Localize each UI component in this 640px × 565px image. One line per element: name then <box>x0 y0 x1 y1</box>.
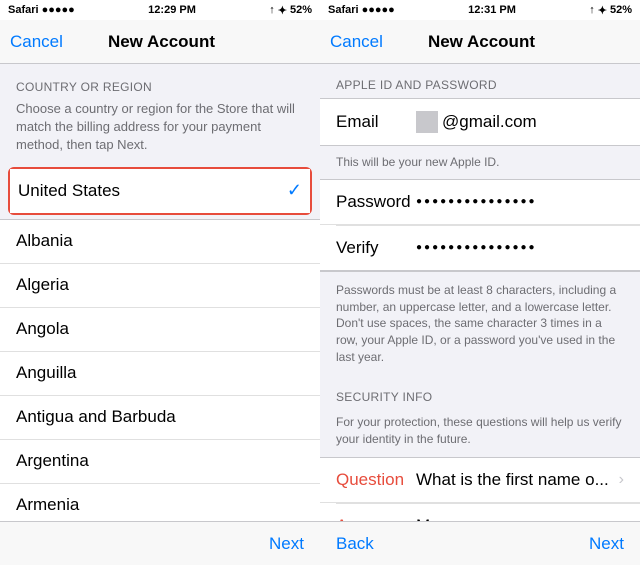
carrier-left: Safari <box>8 4 39 16</box>
next-button-left[interactable]: Next <box>269 534 304 554</box>
country-us-label: United States <box>18 181 120 201</box>
next-button-right[interactable]: Next <box>589 534 624 554</box>
security-desc: For your protection, these questions wil… <box>320 410 640 458</box>
location-icon-right: ↑ <box>589 4 595 16</box>
status-bar-left: Safari ●●●●● 12:29 PM ↑ ✦ 52% <box>0 0 320 20</box>
status-right-left: ↑ ✦ 52% <box>269 4 312 17</box>
email-row[interactable]: Email @gmail.com <box>320 99 640 145</box>
right-content: APPLE ID AND PASSWORD Email @gmail.com T… <box>320 64 640 521</box>
verify-label: Verify <box>336 238 416 258</box>
email-label: Email <box>336 112 416 132</box>
list-item[interactable]: Angola <box>0 308 320 352</box>
status-left-right: Safari ●●●●● <box>328 4 395 16</box>
country-name: Albania <box>16 231 73 251</box>
right-screen: Safari ●●●●● 12:31 PM ↑ ✦ 52% Cancel New… <box>320 0 640 565</box>
list-item[interactable]: Algeria <box>0 264 320 308</box>
question1-row[interactable]: Question What is the first name o... › <box>320 458 640 503</box>
nav-title-left: New Account <box>108 32 215 52</box>
chevron-icon-q1: › <box>619 471 624 489</box>
country-name: Argentina <box>16 451 89 471</box>
carrier-right: Safari <box>328 4 359 16</box>
verify-value: ●●●●●●●●●●●●●●● <box>416 242 537 253</box>
security-form-group: Question What is the first name o... › A… <box>320 457 640 521</box>
list-item[interactable]: Antigua and Barbuda <box>0 396 320 440</box>
status-bar-right: Safari ●●●●● 12:31 PM ↑ ✦ 52% <box>320 0 640 20</box>
country-us-selected[interactable]: United States ✓ <box>8 167 312 215</box>
password-hint: Passwords must be at least 8 characters,… <box>320 271 640 376</box>
time-left: 12:29 PM <box>148 4 196 16</box>
status-left: Safari ●●●●● <box>8 4 75 16</box>
apple-id-form-group: Email @gmail.com <box>320 98 640 146</box>
section-description-country: Choose a country or region for the Store… <box>0 100 320 167</box>
country-name: Algeria <box>16 275 69 295</box>
back-button-right[interactable]: Back <box>336 534 589 554</box>
country-name: Antigua and Barbuda <box>16 407 176 427</box>
email-placeholder-box <box>416 111 438 133</box>
time-right: 12:31 PM <box>468 4 516 16</box>
email-suffix: @gmail.com <box>442 112 537 132</box>
verify-row[interactable]: Verify ●●●●●●●●●●●●●●● <box>320 226 640 270</box>
checkmark-us: ✓ <box>287 180 302 201</box>
status-right-right: ↑ ✦ 52% <box>589 4 632 17</box>
nav-title-right: New Account <box>428 32 535 52</box>
country-list: Albania Algeria Angola Anguilla Antigua … <box>0 219 320 521</box>
question1-value: What is the first name o... <box>416 470 619 490</box>
password-row[interactable]: Password ●●●●●●●●●●●●●●● <box>320 180 640 225</box>
list-item[interactable]: Argentina <box>0 440 320 484</box>
cancel-button-left[interactable]: Cancel <box>10 32 63 52</box>
cancel-button-right[interactable]: Cancel <box>330 32 383 52</box>
battery-right: 52% <box>610 4 632 16</box>
list-item[interactable]: Armenia <box>0 484 320 521</box>
security-section-header: SECURITY INFO <box>320 376 640 410</box>
email-value-container: @gmail.com <box>416 111 624 133</box>
bluetooth-icon-left: ✦ <box>278 4 287 17</box>
signal-left: ●●●●● <box>42 4 75 16</box>
email-hint: This will be your new Apple ID. <box>320 146 640 179</box>
bottom-bar-right: Back Next <box>320 521 640 565</box>
password-form-group: Password ●●●●●●●●●●●●●●● Verify ●●●●●●●●… <box>320 179 640 271</box>
location-icon-left: ↑ <box>269 4 275 16</box>
question1-label: Question <box>336 470 416 490</box>
bottom-bar-left: Next <box>0 521 320 565</box>
nav-bar-left: Cancel New Account <box>0 20 320 64</box>
section-header-country: COUNTRY OR REGION <box>0 64 320 100</box>
apple-id-section-header: APPLE ID AND PASSWORD <box>320 64 640 98</box>
answer-row[interactable]: Answer Meena <box>320 504 640 521</box>
list-item[interactable]: Albania <box>0 220 320 264</box>
signal-right: ●●●●● <box>362 4 395 16</box>
battery-left: 52% <box>290 4 312 16</box>
list-item[interactable]: Anguilla <box>0 352 320 396</box>
country-name: Armenia <box>16 495 79 515</box>
password-value: ●●●●●●●●●●●●●●● <box>416 196 537 207</box>
country-name: Angola <box>16 319 69 339</box>
left-content: COUNTRY OR REGION Choose a country or re… <box>0 64 320 521</box>
left-screen: Safari ●●●●● 12:29 PM ↑ ✦ 52% Cancel New… <box>0 0 320 565</box>
bluetooth-icon-right: ✦ <box>598 4 607 17</box>
nav-bar-right: Cancel New Account <box>320 20 640 64</box>
password-label: Password <box>336 192 416 212</box>
country-name: Anguilla <box>16 363 77 383</box>
